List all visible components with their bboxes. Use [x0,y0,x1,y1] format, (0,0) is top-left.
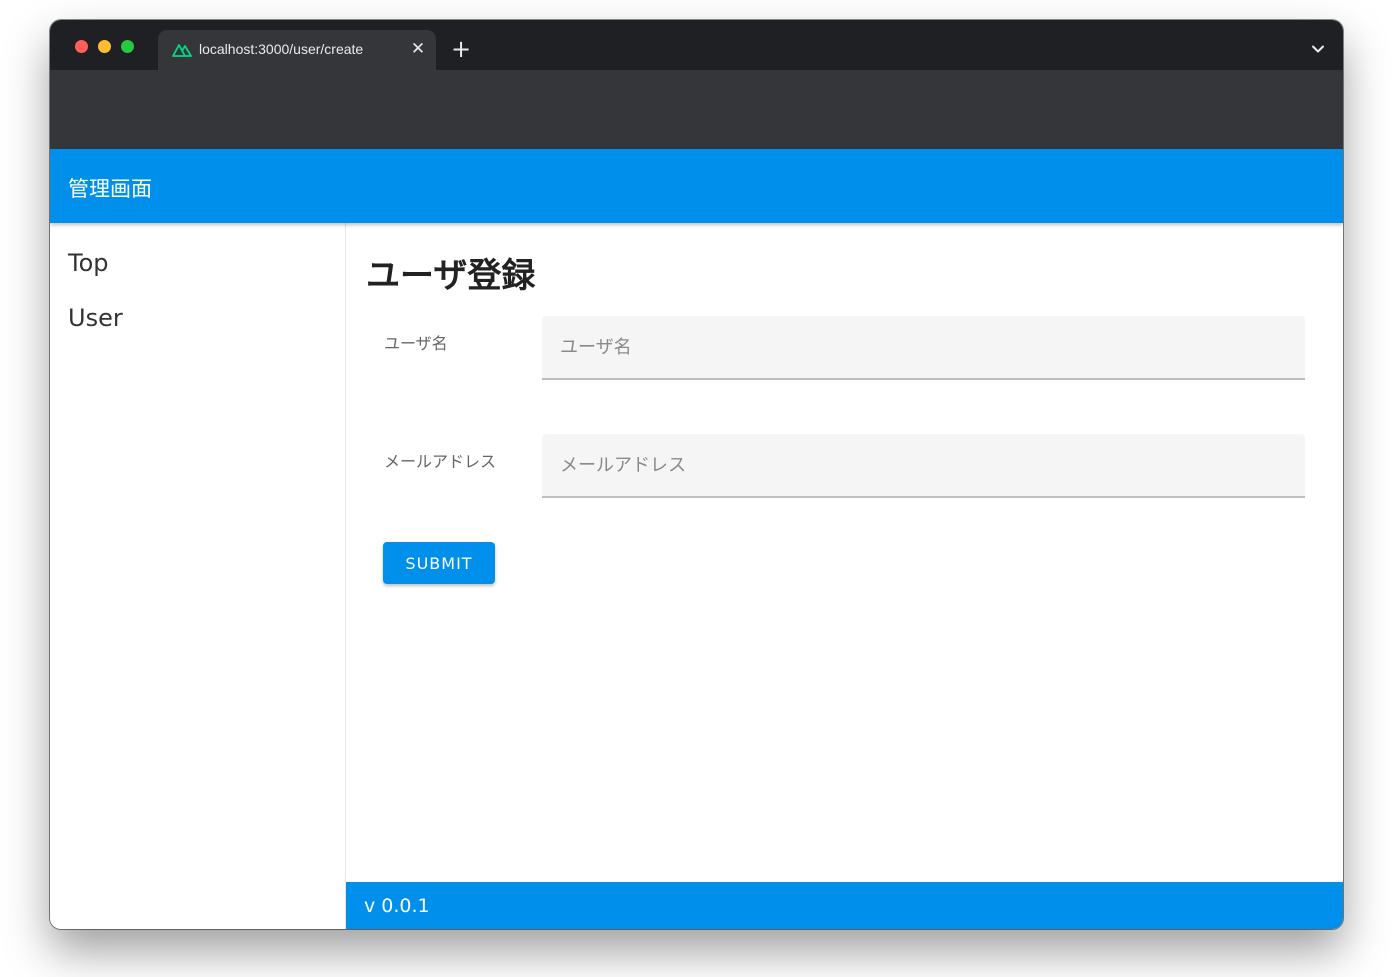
app-footer: v 0.0.1 [346,882,1343,929]
new-tab-button[interactable]: + [448,36,474,62]
sidebar-item-user[interactable]: User [68,304,123,332]
version-label: v 0.0.1 [364,895,430,917]
email-field-container [542,434,1305,498]
browser-titlebar: localhost:3000/user/create ✕ + [50,20,1343,70]
username-label: ユーザ名 [384,334,448,353]
close-window-button[interactable] [75,40,88,53]
sidebar-item-top[interactable]: Top [68,249,109,277]
chevron-down-icon[interactable] [1311,42,1325,56]
tab-title: localhost:3000/user/create [199,41,364,57]
username-field-container [542,316,1305,380]
app-header: 管理画面 [50,149,1343,223]
browser-toolbar [50,70,1343,149]
browser-window: localhost:3000/user/create ✕ + 管理画面 Top … [50,20,1343,929]
sidebar: Top User [50,223,346,929]
main-content: ユーザ登録 ユーザ名 メールアドレス SUBMIT [346,223,1343,882]
username-input[interactable] [542,316,1305,378]
app-title: 管理画面 [68,177,152,201]
browser-tab[interactable]: localhost:3000/user/create ✕ [158,30,436,70]
maximize-window-button[interactable] [121,40,134,53]
minimize-window-button[interactable] [98,40,111,53]
page-title: ユーザ登録 [366,256,536,296]
nuxt-logo-icon [172,44,192,57]
email-input[interactable] [542,434,1305,496]
email-label: メールアドレス [384,452,497,471]
tab-close-icon[interactable]: ✕ [408,38,428,60]
submit-button[interactable]: SUBMIT [383,542,495,584]
